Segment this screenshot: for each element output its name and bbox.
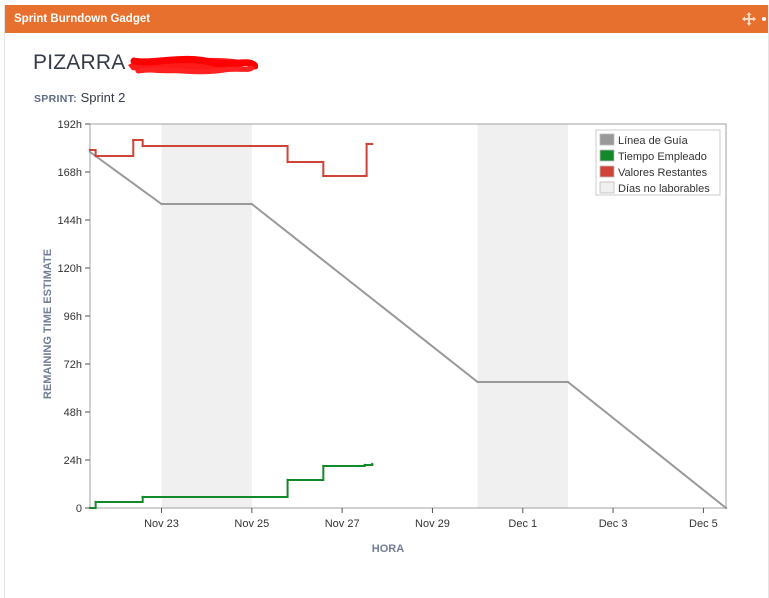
y-tick-label: 168h	[58, 167, 82, 179]
legend-swatch	[599, 181, 615, 194]
series-point-1	[141, 495, 144, 499]
series-point-1	[286, 478, 289, 482]
y-tick-label: 72h	[64, 359, 82, 371]
x-axis-title: HORA	[372, 543, 404, 555]
series-point-2	[365, 142, 368, 146]
legend-swatch	[599, 165, 615, 178]
y-tick-label: 0	[76, 503, 82, 515]
y-tick-label: 120h	[58, 263, 82, 275]
x-tick-label: Nov 23	[144, 518, 179, 530]
x-tick-label: Nov 29	[415, 518, 450, 530]
y-tick-label: 96h	[64, 311, 82, 323]
series-point-1	[371, 462, 374, 466]
series-point-1	[363, 463, 366, 467]
series-point-2	[286, 160, 289, 164]
x-tick-label: Dec 3	[599, 518, 628, 530]
series-point-0	[160, 202, 163, 206]
series-point-1	[94, 500, 97, 504]
series-point-2	[88, 148, 92, 152]
x-tick-label: Nov 25	[234, 518, 269, 530]
series-point-0	[476, 380, 479, 384]
series-point-1	[322, 464, 325, 468]
series-point-2	[132, 138, 135, 142]
y-tick-label: 144h	[58, 215, 82, 227]
x-tick-label: Nov 27	[325, 518, 360, 530]
legend-label: Línea de Guía	[618, 135, 689, 147]
series-point-2	[141, 144, 144, 148]
y-axis-title: REMAINING TIME ESTIMATE	[42, 249, 54, 399]
series-point-0	[566, 380, 570, 384]
series-point-2	[322, 174, 325, 178]
non-working-band	[477, 124, 568, 508]
legend-swatch	[599, 149, 615, 162]
x-tick-label: Dec 5	[689, 518, 718, 530]
legend-label: Valores Restantes	[618, 167, 708, 179]
legend-swatch	[599, 133, 615, 146]
y-tick-label: 24h	[64, 455, 82, 467]
y-tick-label: 48h	[64, 407, 82, 419]
series-point-2	[94, 154, 97, 158]
legend-label: Días no laborables	[618, 183, 710, 195]
y-tick-label: 192h	[58, 119, 82, 131]
legend-label: Tiempo Empleado	[618, 151, 707, 163]
series-point-0	[250, 202, 254, 206]
non-working-band	[161, 124, 252, 508]
x-tick-label: Dec 1	[508, 518, 537, 530]
series-point-2	[363, 174, 366, 178]
burndown-chart: 0 24h 48h 72h 96h 120h 144h 168h 192h Nov 23 Nov 2…	[42, 119, 728, 555]
series-point-0	[724, 506, 728, 510]
series-point-1	[88, 506, 92, 510]
series-point-2	[371, 142, 374, 146]
